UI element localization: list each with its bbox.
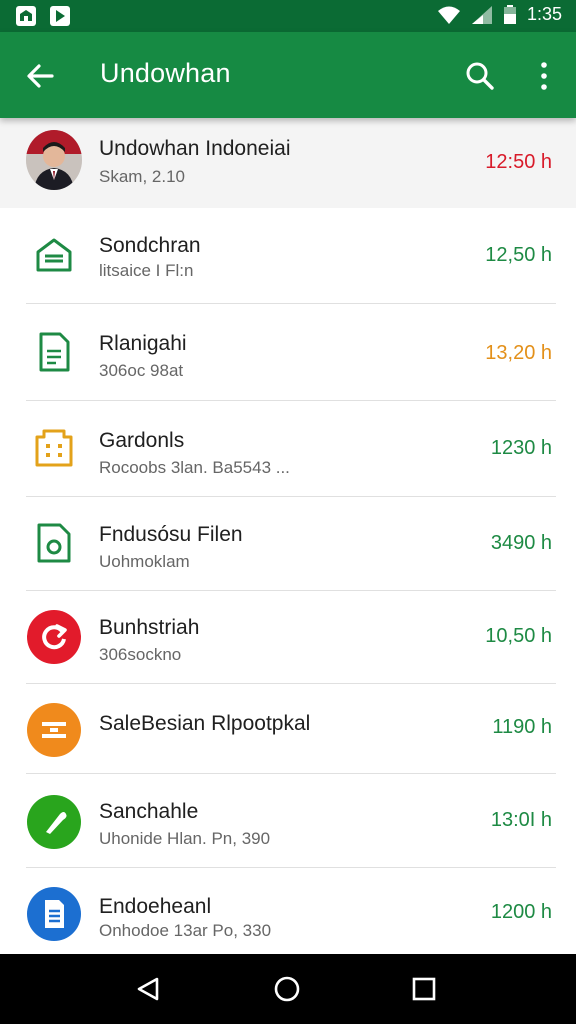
list-item[interactable]: Sondchran litsaice I Fl:n 12,50 h	[0, 208, 576, 304]
list-item[interactable]: SaleBesian Rlpootpkal 1190 h	[0, 684, 576, 774]
item-subtitle: 306sockno	[99, 645, 182, 664]
building-icon	[26, 419, 82, 475]
item-title: Sanchahle	[99, 800, 199, 823]
sheet-icon	[26, 886, 82, 942]
item-title: SaleBesian Rlpootpkal	[99, 712, 311, 735]
item-title: Sondchran	[99, 234, 201, 257]
item-value: 12:50 h	[485, 151, 552, 173]
app-bar: Undowhan	[0, 32, 576, 118]
item-value: 3490 h	[490, 532, 552, 554]
item-title: Undowhan Indoneiai	[99, 137, 291, 160]
notification-icon	[16, 6, 36, 26]
list-item[interactable]: Fndusósu Filen Uohmoklam 3490 h	[0, 497, 576, 591]
home-icon	[26, 228, 82, 284]
back-button[interactable]	[20, 56, 60, 96]
list-item[interactable]: Rlanigahi 306oc 98at 13,20 h	[0, 304, 576, 401]
item-value: 1200 h	[490, 901, 552, 923]
item-subtitle: Uhonide Hlan. Pn, 390	[99, 829, 271, 848]
signal-icon	[471, 5, 492, 24]
battery-icon	[503, 4, 516, 24]
item-subtitle: Onhodoe 13ar Po, 330	[99, 921, 272, 940]
item-value: 1190 h	[492, 716, 552, 738]
list-item[interactable]: Sanchahle Uhonide Hlan. Pn, 390 13:0I h	[0, 774, 576, 868]
nav-recents-button[interactable]	[404, 969, 444, 1009]
item-title: Rlanigahi	[99, 332, 187, 355]
search-icon	[466, 62, 494, 90]
item-subtitle: Uohmoklam	[99, 552, 190, 571]
file-icon	[26, 515, 82, 571]
item-subtitle: 306oc 98at	[99, 361, 184, 380]
app-title: Undowhan	[100, 58, 231, 88]
play-store-icon	[50, 6, 70, 26]
item-title: Gardonls	[99, 429, 185, 452]
clock: 1:35	[526, 4, 562, 24]
item-value: 10,50 h	[485, 625, 552, 647]
nav-back-button[interactable]	[128, 969, 168, 1009]
item-subtitle: Rocoobs 3lan. Ba5543 ...	[99, 458, 290, 477]
circle-home-icon	[274, 976, 300, 1002]
search-button[interactable]	[460, 56, 500, 96]
wifi-icon	[437, 6, 460, 24]
list-item[interactable]: Gardonls Rocoobs 3lan. Ba5543 ... 1230 h	[0, 401, 576, 497]
triangle-back-icon	[137, 977, 159, 1001]
item-title: Endoeheanl	[99, 895, 212, 918]
list-icon	[26, 702, 82, 758]
list-item[interactable]: Undowhan Indoneiai Skam, 2.10 12:50 h	[0, 118, 576, 209]
document-icon	[26, 324, 82, 380]
list-item[interactable]: Endoeheanl Onhodoe 13ar Po, 330 1200 h	[0, 868, 576, 954]
item-value: 13,20 h	[485, 342, 552, 364]
square-recents-icon	[412, 977, 436, 1001]
pencil-icon	[26, 794, 82, 850]
more-options-button[interactable]	[524, 56, 564, 96]
refresh-icon	[26, 609, 82, 665]
item-title: Fndusósu Filen	[99, 523, 243, 546]
item-value: 13:0I h	[490, 809, 552, 831]
item-value: 12,50 h	[485, 244, 552, 266]
item-list: Undowhan Indoneiai Skam, 2.10 12:50 h So…	[0, 118, 576, 954]
arrow-back-icon	[27, 64, 54, 88]
avatar	[26, 130, 82, 190]
item-title: Bunhstriah	[99, 616, 200, 639]
list-item[interactable]: Bunhstriah 306sockno 10,50 h	[0, 591, 576, 684]
navigation-bar	[0, 954, 576, 1024]
status-bar: 1:35	[0, 0, 576, 32]
nav-home-button[interactable]	[267, 969, 307, 1009]
item-subtitle: litsaice I Fl:n	[99, 261, 194, 280]
item-value: 1230 h	[490, 437, 552, 459]
more-vert-icon	[541, 62, 547, 90]
item-subtitle: Skam, 2.10	[99, 167, 185, 186]
